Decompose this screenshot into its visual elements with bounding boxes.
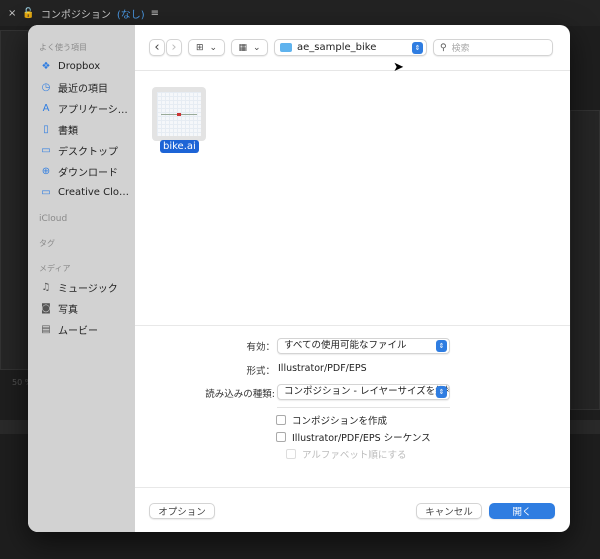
format-value: Illustrator/PDF/EPS (278, 363, 367, 374)
folder-icon (280, 43, 292, 52)
grid-icon: ⊞ (195, 42, 204, 53)
folder-icon: ▭ (41, 187, 51, 198)
enable-label: 有効： (246, 342, 275, 353)
search-icon: ⚲ (440, 42, 447, 53)
sidebar-item-label: ムービー (58, 326, 98, 337)
sidebar-item-creative-cloud[interactable]: ▭ Creative Clo… (28, 182, 135, 203)
search-placeholder: 検索 (451, 44, 470, 54)
sidebar-item-applications[interactable]: A アプリケーシ… (28, 98, 135, 119)
sidebar-item-label: デスクトップ (58, 147, 118, 158)
panel-title: コンポジション (40, 9, 111, 21)
open-file-dialog: よく使う項目 ❖ Dropbox ◷ 最近の項目 A アプリケーシ… ▯ 書類 ▭ デスク… (28, 25, 570, 532)
sidebar-item-label: 書類 (58, 126, 78, 137)
view-mode-button[interactable]: ⊞ ⌄ (188, 39, 225, 56)
background-panel-right (570, 110, 600, 410)
format-label: 形式： (246, 366, 275, 377)
search-input[interactable]: ⚲ 検索 (433, 39, 553, 56)
create-composition-checkbox[interactable]: コンポジションを作成 (276, 413, 387, 427)
sidebar-item-label: 最近の項目 (58, 84, 108, 95)
location-name: ae_sample_bike (297, 42, 377, 53)
download-icon: ⊕ (41, 166, 51, 177)
enable-value: すべての使用可能なファイル (284, 340, 407, 351)
checkbox-box (286, 449, 296, 459)
checkbox-label: コンポジションを作成 (292, 416, 388, 427)
back-button[interactable]: ‹ (149, 39, 165, 56)
sidebar-item-recents[interactable]: ◷ 最近の項目 (28, 77, 135, 98)
group-button[interactable]: ▦ ⌄ (231, 39, 268, 56)
sidebar-item-documents[interactable]: ▯ 書類 (28, 119, 135, 140)
group-icon: ▦ (238, 42, 247, 53)
bike-artwork-accent (177, 113, 181, 116)
sidebar-item-photos[interactable]: ◙ 写真 (28, 298, 135, 319)
stepper-icon: ⇕ (412, 42, 423, 54)
checkbox-box (276, 415, 286, 425)
options-button[interactable]: オプション (149, 503, 215, 519)
panel-menu-icon[interactable]: ≡ (151, 8, 159, 19)
checkbox-label: Illustrator/PDF/EPS シーケンス (292, 433, 431, 444)
divider (277, 407, 450, 408)
sidebar-item-movies[interactable]: ▤ ムービー (28, 319, 135, 340)
tags-header[interactable]: タグ (28, 235, 135, 252)
favorites-header: よく使う項目 (39, 43, 87, 52)
unlock-icon[interactable]: 🔓 (22, 8, 34, 19)
icloud-header[interactable]: iCloud (28, 211, 135, 227)
import-as-select[interactable]: コンポジション - レイヤーサイズを維持 ⇕ (277, 384, 450, 400)
film-icon: ▤ (41, 324, 51, 335)
file-item-bike-ai[interactable] (152, 87, 206, 141)
enable-select[interactable]: すべての使用可能なファイル ⇕ (277, 338, 450, 354)
sequence-checkbox[interactable]: Illustrator/PDF/EPS シーケンス (276, 430, 431, 444)
background-panel (0, 30, 30, 370)
open-button[interactable]: 開く (489, 503, 555, 519)
cancel-button[interactable]: キャンセル (416, 503, 482, 519)
dialog-footer: オプション キャンセル 開く (135, 487, 570, 532)
checkbox-label: アルファベット順にする (302, 450, 407, 461)
sidebar: よく使う項目 ❖ Dropbox ◷ 最近の項目 A アプリケーシ… ▯ 書類 ▭ デスク… (28, 25, 135, 532)
mouse-cursor: ➤ (393, 60, 404, 75)
applications-icon: A (42, 103, 50, 114)
close-panel-button[interactable]: × (8, 8, 16, 19)
import-as-value: コンポジション - レイヤーサイズを維持 (284, 386, 450, 397)
chevron-down-icon: ⌄ (252, 42, 261, 53)
sidebar-item-label: ミュージック (58, 284, 118, 295)
sidebar-item-desktop[interactable]: ▭ デスクトップ (28, 140, 135, 161)
location-popup[interactable]: ae_sample_bike ⇕ (274, 39, 427, 56)
file-name[interactable]: bike.ai (160, 140, 199, 153)
clock-icon: ◷ (41, 82, 51, 93)
alphabetical-checkbox: アルファベット順にする (286, 447, 407, 461)
file-thumbnail (157, 92, 201, 136)
chevron-down-icon: ⌄ (209, 42, 218, 53)
sidebar-item-music[interactable]: ♫ ミュージック (28, 277, 135, 298)
panel-title-suffix: (なし) (116, 9, 145, 21)
sidebar-item-label: ダウンロード (58, 168, 118, 179)
sidebar-item-label: 写真 (58, 305, 78, 316)
sidebar-item-label: Creative Clo… (58, 187, 129, 198)
sidebar-item-label: アプリケーシ… (58, 105, 128, 116)
panel-title-bar: × 🔓 コンポジション (なし) ≡ (0, 0, 600, 26)
import-as-label: 読み込みの種類: (205, 389, 275, 400)
checkbox-box (276, 432, 286, 442)
camera-icon: ◙ (41, 303, 51, 314)
document-icon: ▯ (43, 124, 49, 135)
forward-button[interactable]: › (166, 39, 182, 56)
import-options: 有効： すべての使用可能なファイル ⇕ 形式： Illustrator/PDF/E… (135, 325, 570, 487)
dropbox-icon: ❖ (41, 61, 51, 72)
desktop-icon: ▭ (41, 145, 51, 156)
sidebar-item-label: Dropbox (58, 61, 101, 72)
toolbar: ‹ › ⊞ ⌄ ▦ ⌄ ae_sample_bike ⇕ ⚲ 検索 (135, 25, 570, 71)
media-header: メディア (39, 264, 71, 273)
stepper-icon: ⇕ (436, 386, 447, 398)
sidebar-item-downloads[interactable]: ⊕ ダウンロード (28, 161, 135, 182)
sidebar-item-dropbox[interactable]: ❖ Dropbox (28, 56, 135, 77)
music-icon: ♫ (41, 282, 51, 293)
stepper-icon: ⇕ (436, 340, 447, 352)
